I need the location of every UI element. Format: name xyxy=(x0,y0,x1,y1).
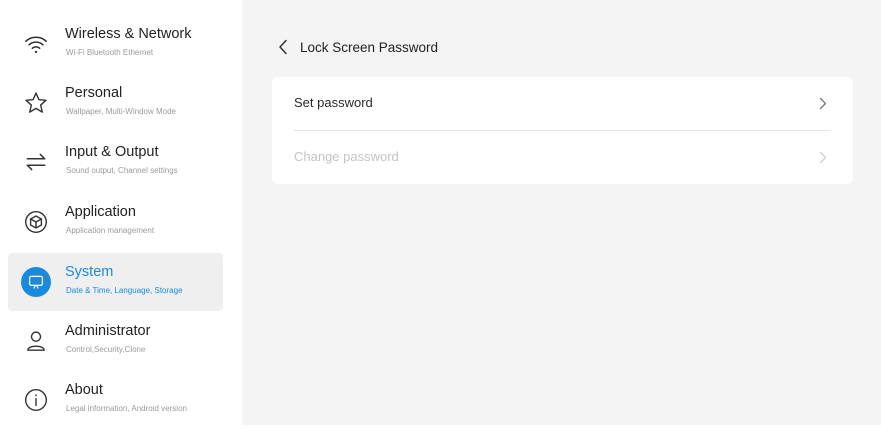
info-icon xyxy=(20,384,52,416)
sidebar-item-title: Administrator xyxy=(65,323,151,339)
sidebar-item-system[interactable]: System Date & Time, Language, Storage xyxy=(8,253,223,311)
sidebar-item-wireless-network[interactable]: Wireless & Network Wi-Fi Bluetooth Ether… xyxy=(8,15,223,73)
monitor-icon xyxy=(21,267,51,297)
sidebar-item-title: About xyxy=(65,382,103,398)
swap-arrows-icon xyxy=(20,146,52,178)
sidebar-item-subtitle: Date & Time, Language, Storage xyxy=(66,286,183,295)
sidebar-item-title: Personal xyxy=(65,85,123,101)
chevron-right-icon xyxy=(819,151,827,164)
change-password-row: Change password xyxy=(272,131,853,184)
sidebar-item-administrator[interactable]: Administrator Control,Security,Clone xyxy=(8,312,223,370)
cube-icon xyxy=(20,206,52,238)
password-options-card: Set password Change password xyxy=(272,77,853,184)
change-password-label: Change password xyxy=(294,149,399,164)
sidebar-item-subtitle: Legal information, Android version xyxy=(66,404,187,413)
sidebar: Wireless & Network Wi-Fi Bluetooth Ether… xyxy=(0,0,232,425)
back-button[interactable]: Lock Screen Password xyxy=(278,36,438,58)
chevron-left-icon[interactable] xyxy=(278,38,292,56)
sidebar-item-subtitle: Wallpaper, Multi-Window Mode xyxy=(66,107,176,116)
sidebar-item-about[interactable]: About Legal information, Android version xyxy=(8,371,223,429)
sidebar-item-application[interactable]: Application Application management xyxy=(8,193,223,251)
sidebar-item-subtitle: Sound output, Channel settings xyxy=(66,166,178,175)
wifi-icon xyxy=(20,28,52,60)
sidebar-item-subtitle: Application management xyxy=(66,226,155,235)
sidebar-item-title: Wireless & Network xyxy=(65,26,192,42)
sidebar-item-title: Application xyxy=(65,204,136,220)
user-icon xyxy=(20,325,52,357)
sidebar-item-title: System xyxy=(65,264,114,280)
sidebar-item-personal[interactable]: Personal Wallpaper, Multi-Window Mode xyxy=(8,74,223,132)
sidebar-item-subtitle: Control,Security,Clone xyxy=(66,345,146,354)
chevron-right-icon xyxy=(819,97,827,110)
set-password-label: Set password xyxy=(294,95,373,110)
sidebar-item-input-output[interactable]: Input & Output Sound output, Channel set… xyxy=(8,133,223,191)
page-title: Lock Screen Password xyxy=(300,39,439,55)
sidebar-item-title: Input & Output xyxy=(65,144,159,160)
star-icon xyxy=(20,87,52,119)
sidebar-item-subtitle: Wi-Fi Bluetooth Ethernet xyxy=(66,48,154,57)
set-password-row[interactable]: Set password xyxy=(272,77,853,130)
main-panel: Lock Screen Password Set password Change… xyxy=(242,0,881,425)
